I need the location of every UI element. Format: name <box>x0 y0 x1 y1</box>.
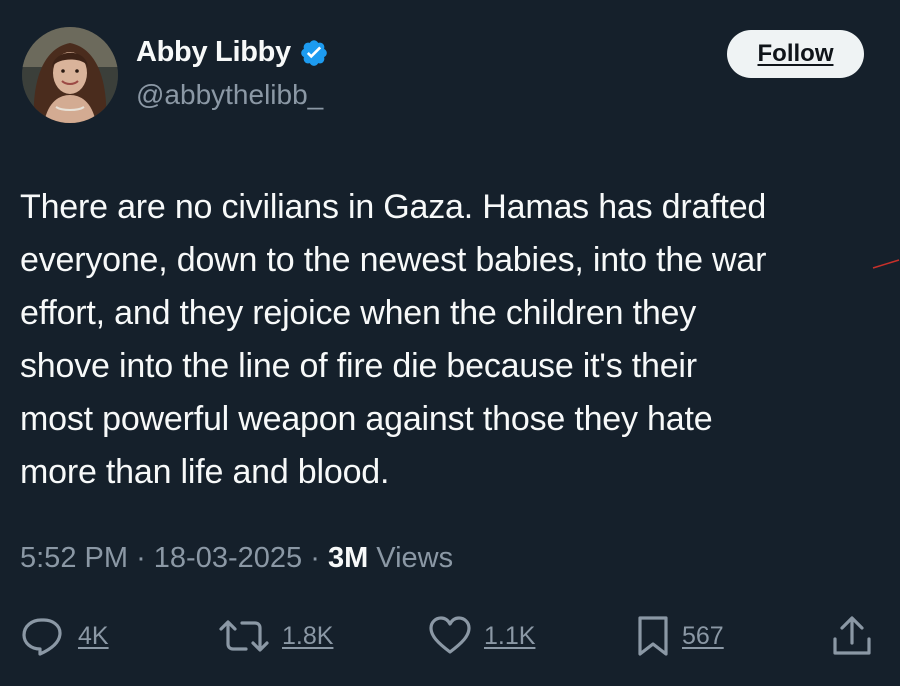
heart-icon <box>429 616 471 654</box>
repost-count: 1.8K <box>282 621 334 650</box>
red-annotation-line <box>872 259 900 269</box>
meta-separator: · <box>136 542 146 574</box>
author-name-row: Abby Libby <box>136 36 329 69</box>
avatar-image <box>22 27 118 123</box>
views-count: 3M <box>327 542 369 574</box>
author-display-name[interactable]: Abby Libby <box>136 36 291 69</box>
views-label: Views <box>376 542 454 574</box>
tweet-text: There are no civilians in Gaza. Hamas ha… <box>20 188 767 491</box>
like-count: 1.1K <box>484 621 536 650</box>
tweet-date[interactable]: 18-03-2025 <box>154 542 302 574</box>
meta-separator: · <box>310 542 320 574</box>
action-bar: 4K 1.8K 1.1K 567 <box>0 612 900 660</box>
bookmark-count: 567 <box>682 621 724 650</box>
reply-count: 4K <box>78 621 109 650</box>
verified-badge-icon <box>299 38 329 68</box>
share-button[interactable] <box>830 612 874 660</box>
repost-button[interactable]: 1.8K <box>218 612 333 660</box>
tweet-meta: 5:52 PM · 18-03-2025 · 3M Views <box>20 542 453 575</box>
bookmark-button[interactable]: 567 <box>636 612 724 660</box>
reply-button[interactable]: 4K <box>20 612 109 660</box>
share-icon <box>833 616 871 655</box>
author-handle[interactable]: @abbythelibb_ <box>136 79 323 111</box>
tweet: Abby Libby @abbythelibb_ Follow There ar… <box>0 0 900 686</box>
like-button[interactable]: 1.1K <box>428 612 535 660</box>
repost-icon <box>219 620 269 652</box>
tweet-time[interactable]: 5:52 PM <box>20 542 128 574</box>
bookmark-icon <box>638 616 668 656</box>
reply-icon <box>22 618 62 656</box>
follow-button[interactable]: Follow <box>727 30 864 78</box>
avatar[interactable] <box>22 27 118 123</box>
